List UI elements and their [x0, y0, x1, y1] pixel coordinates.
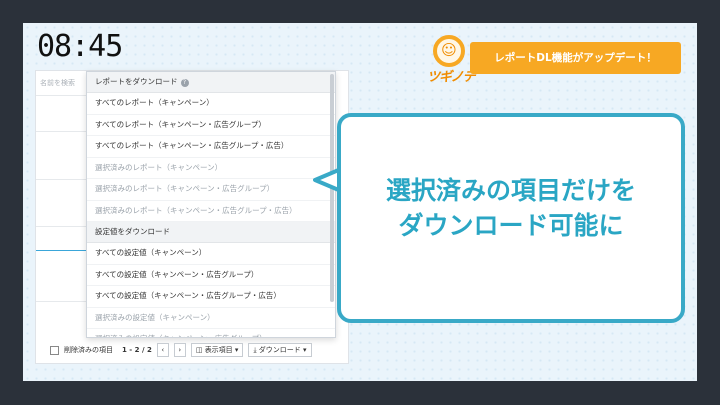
settings-download-section: 設定値をダウンロード: [87, 222, 335, 243]
prev-page-button[interactable]: ‹: [156, 343, 169, 357]
menu-item-all-settings-adgroup[interactable]: すべての設定値（キャンペーン・広告グループ）: [87, 265, 335, 286]
smile-face-icon: ☺: [441, 41, 457, 59]
tsuginote-logo: ☺ ツギノテ: [425, 35, 475, 85]
row-divider: [36, 301, 86, 302]
campaign-list-column: 名前を検索: [36, 71, 87, 336]
pagination-count: 1 - 2 / 2: [122, 346, 152, 354]
table-footer-toolbar: 削除済みの項目 1 - 2 / 2 ‹ › ◫ 表示項目 ▾ ⤓ ダウンロード …: [50, 342, 312, 358]
campaign-manager-window: 名前を検索 レポートをダウンロード? すべてのレポート（キャンペーン） すべての…: [36, 71, 348, 363]
menu-item-all-report-adgroup[interactable]: すべてのレポート（キャンペーン・広告グループ）: [87, 115, 335, 136]
download-dropdown-menu: レポートをダウンロード? すべてのレポート（キャンペーン） すべてのレポート（キ…: [86, 71, 336, 338]
callout-text: 選択済みの項目だけを ダウンロード可能に: [341, 173, 681, 243]
menu-item-all-settings-ad[interactable]: すべての設定値（キャンペーン・広告グループ・広告）: [87, 286, 335, 308]
next-page-button[interactable]: ›: [173, 343, 186, 357]
row-divider: [36, 95, 86, 96]
menu-item-selected-settings-campaign: 選択済みの設定値（キャンペーン）: [87, 308, 335, 329]
caret-down-icon: ▾: [234, 346, 239, 354]
callout-line-2: ダウンロード可能に: [398, 211, 624, 240]
columns-icon: ◫: [195, 346, 203, 354]
menu-item-selected-report-ad: 選択済みのレポート（キャンペーン・広告グループ・広告）: [87, 201, 335, 222]
row-divider: [36, 226, 86, 227]
callout-speech-bubble: 選択済みの項目だけを ダウンロード可能に: [337, 113, 685, 323]
menu-item-selected-report-campaign: 選択済みのレポート（キャンペーン）: [87, 158, 335, 179]
callout-line-1: 選択済みの項目だけを: [385, 176, 636, 205]
menu-item-all-report-ad[interactable]: すべてのレポート（キャンペーン・広告グループ・広告）: [87, 136, 335, 158]
show-deleted-label: 削除済みの項目: [64, 346, 113, 354]
menu-item-selected-report-adgroup: 選択済みのレポート（キャンペーン・広告グループ）: [87, 179, 335, 201]
show-deleted-checkbox[interactable]: [50, 345, 59, 355]
download-button[interactable]: ⤓ ダウンロード ▾: [248, 343, 312, 357]
search-input[interactable]: 名前を検索: [38, 74, 84, 92]
report-download-section: レポートをダウンロード?: [87, 72, 335, 93]
menu-item-all-settings-campaign[interactable]: すべての設定値（キャンペーン）: [87, 243, 335, 265]
menu-item-all-report-campaign[interactable]: すべてのレポート（キャンペーン）: [87, 93, 335, 115]
row-divider: [36, 131, 86, 132]
row-divider: [36, 179, 86, 180]
caret-down-icon: ▾: [303, 346, 307, 354]
selected-row-divider: [36, 250, 86, 251]
menu-item-selected-settings-adgroup: 選択済みの設定値（キャンペーン・広告グループ）: [87, 329, 335, 337]
settings-section-label: 設定値をダウンロード: [95, 227, 170, 236]
display-items-label: 表示項目: [204, 346, 233, 354]
display-items-button[interactable]: ◫ 表示項目 ▾: [190, 343, 244, 357]
download-label: ダウンロード: [258, 346, 301, 354]
slide-background: 08:45 名前を検索 レポートをダウンロード? すべてのレポート（キャンペーン…: [23, 23, 697, 381]
download-icon: ⤓: [253, 346, 257, 354]
logo-wordmark: ツギノテ: [427, 70, 475, 85]
update-banner: レポートDL機能がアップデート！: [470, 42, 681, 74]
report-section-label: レポートをダウンロード: [95, 77, 178, 86]
help-icon[interactable]: ?: [180, 79, 189, 87]
clock-time: 08:45: [37, 29, 123, 64]
